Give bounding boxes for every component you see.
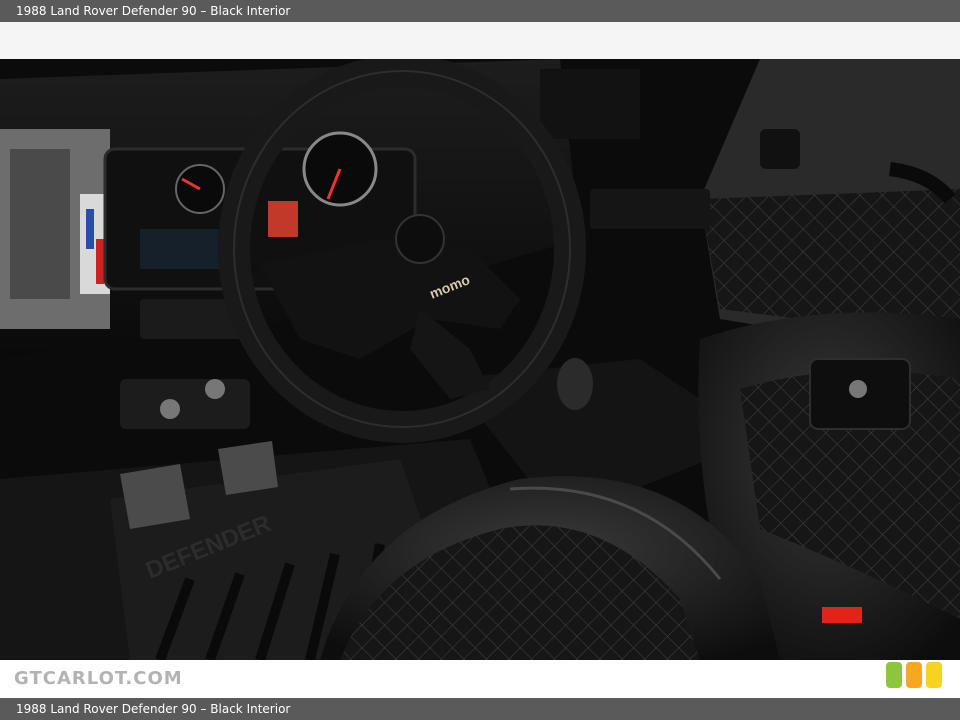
rating-green-icon	[886, 662, 902, 688]
caption-bar: 1988 Land Rover Defender 90 – Black Inte…	[0, 698, 960, 720]
rating-yellow-icon	[926, 662, 942, 688]
interior-illustration: DEFENDER momo	[0, 59, 960, 660]
top-spacer	[0, 22, 960, 59]
interior-photo[interactable]: DEFENDER momo	[0, 59, 960, 660]
page-title: 1988 Land Rover Defender 90 – Black Inte…	[16, 4, 291, 18]
watermark-logo: GTCARLOT.COM	[14, 668, 183, 689]
footer: GTCARLOT.COM	[0, 660, 960, 698]
title-bar: 1988 Land Rover Defender 90 – Black Inte…	[0, 0, 960, 22]
photo-caption: 1988 Land Rover Defender 90 – Black Inte…	[16, 702, 291, 716]
rating-orange-icon	[906, 662, 922, 688]
